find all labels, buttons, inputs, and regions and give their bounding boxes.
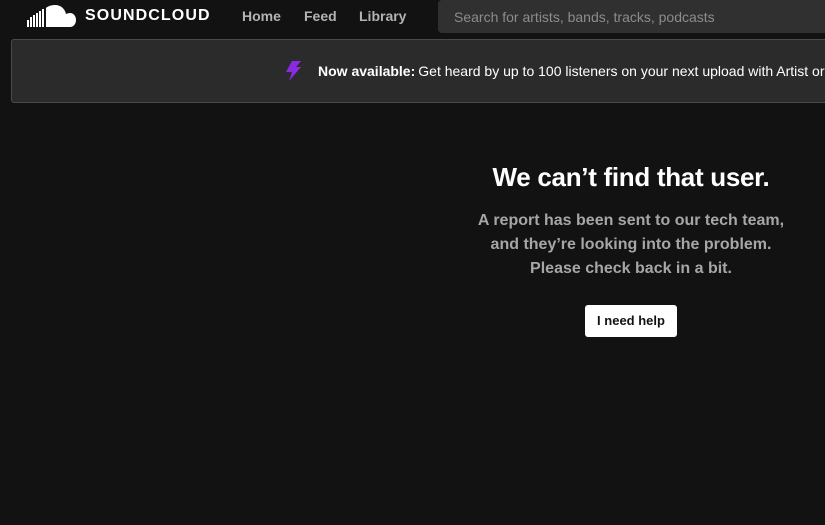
search-input[interactable]	[438, 0, 825, 33]
banner-highlight: Now available:	[318, 63, 416, 79]
error-message-line: and they’re looking into the problem.	[490, 236, 772, 253]
logo-text: SOUNDCLOUD	[85, 7, 211, 24]
lightning-bolt-icon	[286, 61, 301, 81]
error-panel: We can’t find that user. A report has be…	[436, 158, 825, 337]
banner-text: Get heard by up to 100 listeners on your…	[418, 63, 825, 79]
nav-home[interactable]: Home	[242, 8, 281, 25]
search-box	[438, 0, 825, 33]
soundcloud-logo[interactable]: SOUNDCLOUD	[27, 5, 211, 27]
soundcloud-cloud-icon	[27, 5, 76, 27]
nav-feed[interactable]: Feed	[304, 8, 337, 25]
error-message-line: A report has been sent to our tech team,	[477, 212, 785, 229]
nav-library[interactable]: Library	[359, 8, 406, 25]
top-header: SOUNDCLOUD Home Feed Library	[0, 0, 825, 33]
error-title: We can’t find that user.	[492, 162, 770, 192]
error-message: A report has been sent to our tech team,…	[436, 209, 825, 281]
help-button[interactable]: I need help	[585, 305, 677, 337]
banner-content: Now available: Get heard by up to 100 li…	[284, 59, 825, 83]
error-message-line: Please check back in a bit.	[530, 260, 732, 277]
promo-banner[interactable]: Now available: Get heard by up to 100 li…	[11, 39, 825, 103]
